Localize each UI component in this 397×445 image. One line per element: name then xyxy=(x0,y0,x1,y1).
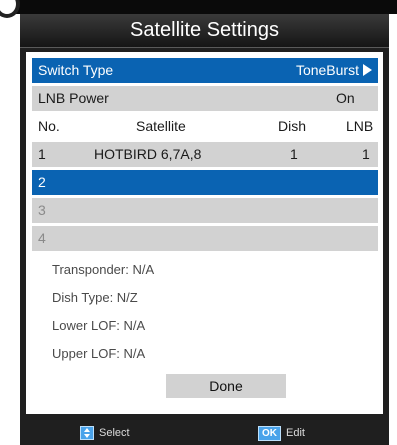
switch-type-row[interactable]: Switch Type ToneBurst xyxy=(32,58,378,83)
row-number: 2 xyxy=(38,174,46,190)
lnb-power-row[interactable]: LNB Power On xyxy=(32,86,378,111)
select-hint-label: Select xyxy=(99,427,130,439)
switch-type-label: Switch Type xyxy=(38,62,114,78)
column-header-satellite: Satellite xyxy=(136,118,186,134)
top-strip xyxy=(0,0,397,18)
satellite-name: HOTBIRD 6,7A,8 xyxy=(94,146,202,162)
lnb-power-value: On xyxy=(336,90,355,106)
lower-lof-info: Lower LOF: N/A xyxy=(52,318,146,333)
corner-logo-icon xyxy=(0,0,20,18)
settings-panel: Switch Type ToneBurst LNB Power On No. S… xyxy=(26,52,383,414)
done-button[interactable]: Done xyxy=(166,374,286,398)
table-row[interactable]: 1 HOTBIRD 6,7A,8 1 1 xyxy=(32,142,378,167)
row-number: 3 xyxy=(38,202,46,218)
dish-number: 1 xyxy=(290,146,298,162)
window-title: Satellite Settings xyxy=(20,14,389,48)
upper-lof-info: Upper LOF: N/A xyxy=(52,346,146,361)
transponder-info: Transponder: N/A xyxy=(52,262,155,277)
switch-type-value: ToneBurst xyxy=(295,62,359,78)
column-header-lnb: LNB xyxy=(346,118,374,134)
ok-key-icon: OK xyxy=(258,425,281,441)
table-row[interactable]: 4 xyxy=(32,226,378,251)
table-row[interactable]: 3 xyxy=(32,198,378,223)
column-header-no: No. xyxy=(38,118,60,134)
dish-type-info: Dish Type: N/Z xyxy=(52,290,138,305)
row-number: 4 xyxy=(38,230,46,246)
lnb-power-label: LNB Power xyxy=(38,90,109,106)
footer-hints: Select OK Edit xyxy=(20,418,389,445)
arrow-right-icon xyxy=(363,64,372,76)
column-header-dish: Dish xyxy=(278,118,307,134)
row-number: 1 xyxy=(38,146,46,162)
table-row[interactable]: 2 xyxy=(32,170,378,195)
select-hint: Select xyxy=(80,425,130,441)
table-header: No. Satellite Dish LNB xyxy=(32,114,378,139)
edit-hint: OK Edit xyxy=(258,425,305,441)
settings-window: Satellite Settings Switch Type ToneBurst… xyxy=(20,14,389,445)
edit-hint-label: Edit xyxy=(286,427,305,439)
lnb-number: 1 xyxy=(362,146,370,162)
up-down-key-icon xyxy=(80,426,94,441)
